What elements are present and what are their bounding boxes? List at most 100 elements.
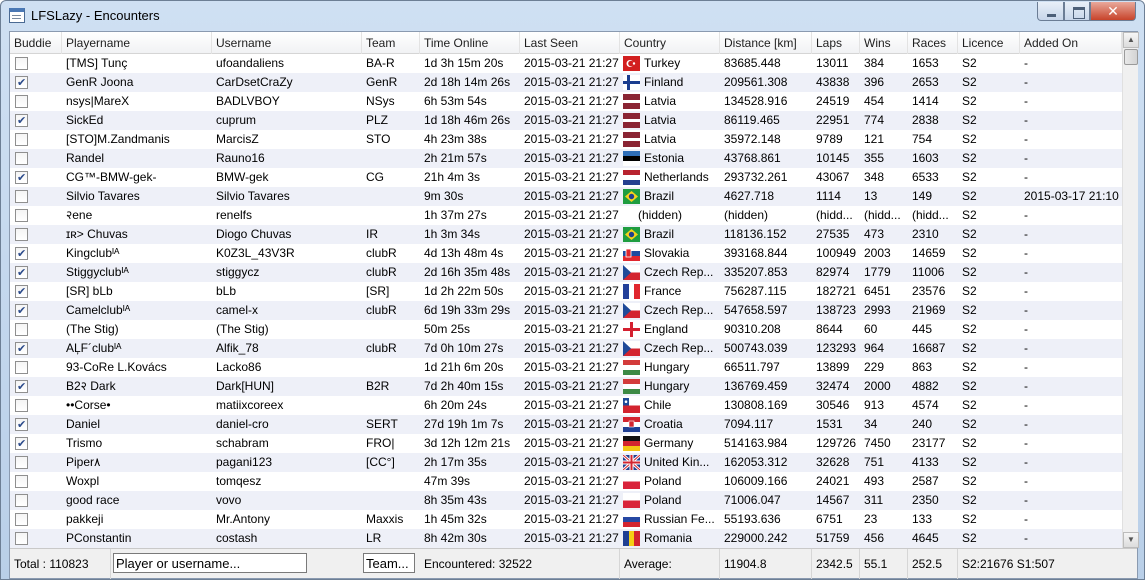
buddy-checkbox[interactable] (15, 323, 28, 336)
column-header-team[interactable]: Team (362, 32, 420, 54)
time-online-cell: 2d 18h 14m 26s (424, 75, 511, 89)
table-row[interactable]: [TMS] Tunç ufoandaliens BA-R 1d 3h 15m 20s 2… (10, 54, 1122, 73)
last-seen-cell: 2015-03-21 21:27 (524, 531, 619, 545)
column-header-last-seen[interactable]: Last Seen (520, 32, 620, 54)
buddy-checkbox[interactable] (15, 494, 28, 507)
table-row[interactable]: 93-CoRe L.Kovács Lacko86 1d 21h 6m 20s 2015… (10, 358, 1122, 377)
table-row[interactable]: Camelclubᴵᴬ camel-x clubR 6d 19h 33m 29s 201… (10, 301, 1122, 320)
distance-cell: 162053.312 (724, 455, 788, 469)
username-cell: renelfs (216, 208, 253, 222)
team-cell (362, 320, 420, 339)
table-row[interactable]: good race vovo 8h 35m 43s 2015-03-21 21:27 P… (10, 491, 1122, 510)
table-row[interactable]: २ene renelfs 1h 37m 27s 2015-03-21 21:27 (hi… (10, 206, 1122, 225)
buddy-checkbox[interactable] (15, 456, 28, 469)
column-header-added-on[interactable]: Added On (1020, 32, 1122, 54)
buddy-checkbox[interactable] (15, 361, 28, 374)
buddy-checkbox[interactable] (15, 228, 28, 241)
table-row[interactable]: pakkeji Mr.Antony Maxxis 1h 45m 32s 2015-03-… (10, 510, 1122, 529)
close-button[interactable]: ✕ (1090, 2, 1136, 21)
column-header-distance[interactable]: Distance [km] (720, 32, 812, 54)
column-header-time-online[interactable]: Time Online (420, 32, 520, 54)
column-header-username[interactable]: Username (212, 32, 362, 54)
buddy-checkbox[interactable] (15, 209, 28, 222)
table-row[interactable]: ɪʀ> Chuvas Diogo Chuvas IR 1h 3m 34s 2015-03… (10, 225, 1122, 244)
maximize-button[interactable] (1064, 2, 1090, 21)
buddy-checkbox[interactable] (15, 169, 28, 187)
table-row[interactable]: (The Stig) (The Stig) 50m 25s 2015-03-21 21… (10, 320, 1122, 339)
buddy-checkbox[interactable] (15, 475, 28, 488)
table-row[interactable]: Stiggyclubᴵᴬ stiggycz clubR 2d 16h 35m 48s 2… (10, 263, 1122, 282)
buddy-checkbox[interactable] (15, 378, 28, 396)
table-row[interactable]: [STO]M.Zandmanis MarcisZ STO 4h 23m 38s 2015… (10, 130, 1122, 149)
table-row[interactable]: nsys|MareX BADLVBOY NSys 6h 53m 54s 2015-03-… (10, 92, 1122, 111)
team-cell: GenR (366, 75, 398, 89)
buddy-checkbox[interactable] (15, 399, 28, 412)
column-header-races[interactable]: Races (908, 32, 958, 54)
table-row[interactable]: Kingclubᴵᴬ K0Z3L_43V3R clubR 4d 13h 48m 4s 2… (10, 244, 1122, 263)
buddy-checkbox[interactable] (15, 245, 28, 263)
team-cell: CG (366, 170, 384, 184)
column-header-wins[interactable]: Wins (860, 32, 908, 54)
buddy-checkbox[interactable] (15, 190, 28, 203)
buddy-checkbox[interactable] (15, 340, 28, 358)
buddy-checkbox[interactable] (15, 513, 28, 526)
country-name: United Kin... (644, 455, 710, 469)
buddy-checkbox[interactable] (15, 112, 28, 130)
table-row[interactable]: Daniel daniel-cro SERT 27d 19h 1m 7s 2015-03… (10, 415, 1122, 434)
username-cell: MarcisZ (216, 132, 259, 146)
wins-cell: 6451 (864, 284, 891, 298)
buddy-checkbox[interactable] (15, 416, 28, 434)
licence-cell: S2 (962, 170, 977, 184)
distance-cell: 393168.844 (724, 246, 788, 260)
vertical-scrollbar[interactable]: ▲ ▼ (1122, 32, 1139, 548)
scroll-down-button[interactable]: ▼ (1123, 532, 1139, 548)
table-row[interactable]: B2२ Dark Dark[HUN] B2R 7d 2h 40m 15s 2015-03… (10, 377, 1122, 396)
table-row[interactable]: ••Corse• matiixcoreex 6h 20m 24s 2015-03-21… (10, 396, 1122, 415)
username-cell: matiixcoreex (216, 398, 284, 412)
table-row[interactable]: [SR] bLb bLb [SR] 1d 2h 22m 50s 2015-03-21 2… (10, 282, 1122, 301)
column-header-playername[interactable]: Playername (62, 32, 212, 54)
table-row[interactable]: Woxpl tomqesz 47m 39s 2015-03-21 21:27 Polan… (10, 472, 1122, 491)
scroll-thumb[interactable] (1124, 49, 1138, 65)
buddy-checkbox[interactable] (15, 57, 28, 70)
column-header-licence[interactable]: Licence (958, 32, 1020, 54)
column-header-laps[interactable]: Laps (812, 32, 860, 54)
team-filter-input[interactable] (363, 553, 415, 573)
scroll-up-button[interactable]: ▲ (1123, 32, 1139, 48)
table-row[interactable]: PConstantin costash LR 8h 42m 30s 2015-03-21… (10, 529, 1122, 548)
buddy-checkbox[interactable] (15, 435, 28, 453)
wins-cell: 7450 (864, 436, 891, 450)
table-row[interactable]: GenR Joona CarDsetCraZy GenR 2d 18h 14m 26s… (10, 73, 1122, 92)
table-row[interactable]: CG™-BMW-gek- BMW-gek CG 21h 4m 3s 2015-03-21… (10, 168, 1122, 187)
encountered-count: Encountered: 32522 (420, 549, 620, 579)
minimize-button[interactable] (1037, 2, 1064, 21)
buddy-checkbox[interactable] (15, 264, 28, 282)
column-header-country[interactable]: Country (620, 32, 720, 54)
buddy-checkbox[interactable] (15, 532, 28, 545)
title-bar[interactable]: LFSLazy - Encounters ✕ (1, 1, 1144, 31)
wins-cell: 348 (864, 170, 885, 184)
table-row[interactable]: Piper٨ pagani123 [CC°] 2h 17m 35s 2015-03-21… (10, 453, 1122, 472)
buddie-cell (10, 529, 62, 548)
table-row[interactable]: ΑĻF´clubᴵᴬ Alfik_78 clubR 7d 0h 10m 27s 2015… (10, 339, 1122, 358)
table-row[interactable]: Randel Rauno16 2h 21m 57s 2015-03-21 21:27 E… (10, 149, 1122, 168)
england-flag-icon (623, 322, 640, 337)
buddy-checkbox[interactable] (15, 283, 28, 301)
distance-cell: 66511.797 (724, 360, 780, 374)
table-row[interactable]: SickEd cuprum PLZ 1d 18h 46m 26s 2015-03-21 … (10, 111, 1122, 130)
player-filter-input[interactable] (113, 553, 307, 573)
column-header-buddie[interactable]: Buddie (10, 32, 62, 54)
buddy-checkbox[interactable] (15, 152, 28, 165)
buddie-cell (10, 491, 62, 510)
romania-flag-icon (623, 531, 640, 546)
table-row[interactable]: Silvio Tavares Silvio Tavares 9m 30s 2015-0… (10, 187, 1122, 206)
table-row[interactable]: Trismo schabram FRO| 3d 12h 12m 21s 2015-03-… (10, 434, 1122, 453)
buddy-checkbox[interactable] (15, 302, 28, 320)
czech-flag-icon (623, 303, 640, 318)
country-name: Estonia (644, 151, 685, 165)
buddy-checkbox[interactable] (15, 74, 28, 92)
time-online-cell: 2h 21m 57s (424, 151, 487, 165)
country-name: Latvia (644, 113, 677, 127)
buddy-checkbox[interactable] (15, 133, 28, 146)
buddy-checkbox[interactable] (15, 95, 28, 108)
